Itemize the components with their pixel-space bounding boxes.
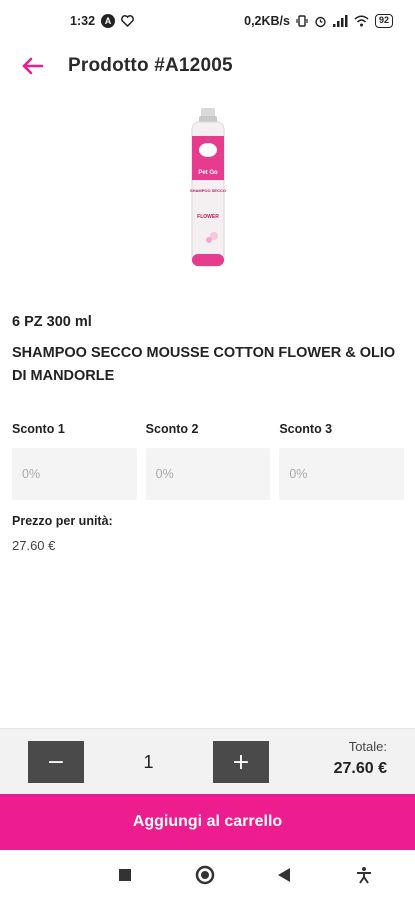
heart-icon bbox=[121, 15, 134, 27]
product-name: SHAMPOO SECCO MOUSSE COTTON FLOWER & OLI… bbox=[12, 345, 396, 384]
discount-1-label: Sconto 1 bbox=[12, 422, 65, 436]
circle-home-icon bbox=[195, 865, 214, 885]
home-button[interactable] bbox=[192, 862, 218, 888]
unit-price-label: Prezzo per unità: bbox=[12, 514, 113, 528]
wifi-icon bbox=[354, 15, 369, 27]
total-label: Totale: bbox=[348, 739, 387, 754]
discount-2-group: Sconto 2 bbox=[145, 422, 271, 500]
vibrate-icon bbox=[296, 15, 308, 27]
recents-button[interactable] bbox=[112, 862, 138, 888]
triangle-back-icon bbox=[278, 868, 291, 882]
total-block: Totale: 27.60 € bbox=[334, 739, 387, 778]
discount-2-input[interactable] bbox=[145, 448, 271, 500]
accessibility-icon bbox=[356, 867, 371, 884]
bottle-product-text: SHAMPOO SECCO bbox=[190, 188, 226, 193]
alarm-icon bbox=[315, 16, 326, 27]
product-quantity-label: 6 PZ 300 ml bbox=[12, 314, 92, 330]
bottle-brand-text: Pet Go bbox=[198, 170, 218, 176]
discount-3-label: Sconto 3 bbox=[279, 422, 333, 436]
discount-1-input[interactable] bbox=[12, 448, 137, 500]
add-to-cart-button[interactable]: Aggiungi al carrello bbox=[0, 794, 415, 850]
discount-2-label: Sconto 2 bbox=[145, 422, 199, 436]
quantity-value: 1 bbox=[143, 751, 154, 772]
discount-3-input[interactable] bbox=[279, 448, 405, 500]
unit-price-value: 27.60 € bbox=[12, 538, 56, 553]
signal-icon bbox=[332, 15, 348, 27]
arrow-left-icon bbox=[22, 57, 44, 75]
status-left: 1:32 A bbox=[70, 14, 244, 28]
status-right: 0,2KB/s 92 bbox=[244, 14, 393, 28]
status-bar: 1:32 A 0,2KB/s 92 bbox=[0, 0, 415, 42]
discount-fields: Sconto 1 Sconto 2 Sconto 3 bbox=[12, 422, 405, 500]
discount-1-group: Sconto 1 bbox=[12, 422, 137, 500]
top-app-bar: Prodotto #A12005 bbox=[0, 42, 415, 90]
accessibility-button[interactable] bbox=[351, 862, 377, 888]
status-time: 1:32 bbox=[70, 14, 96, 28]
battery-icon: 92 bbox=[374, 14, 393, 28]
increase-quantity-button[interactable]: + bbox=[213, 741, 269, 783]
total-value: 27.60 € bbox=[333, 760, 387, 777]
page-title: Prodotto #A12005 bbox=[68, 55, 233, 76]
system-back-button[interactable] bbox=[271, 862, 297, 888]
square-recents-icon bbox=[119, 869, 131, 881]
bottle-variant-text: FLOWER bbox=[197, 214, 219, 220]
decrease-quantity-button[interactable]: − bbox=[28, 741, 84, 783]
discount-3-group: Sconto 3 bbox=[279, 422, 405, 500]
cart-controls-bar: − 1 + Totale: 27.60 € bbox=[0, 728, 415, 794]
product-image: Pet Go SHAMPOO SECCO FLOWER bbox=[190, 108, 226, 267]
back-button[interactable] bbox=[18, 51, 48, 81]
network-speed: 0,2KB/s bbox=[244, 14, 290, 28]
app-notification-icon: A bbox=[101, 14, 116, 28]
system-nav-bar bbox=[0, 850, 415, 900]
